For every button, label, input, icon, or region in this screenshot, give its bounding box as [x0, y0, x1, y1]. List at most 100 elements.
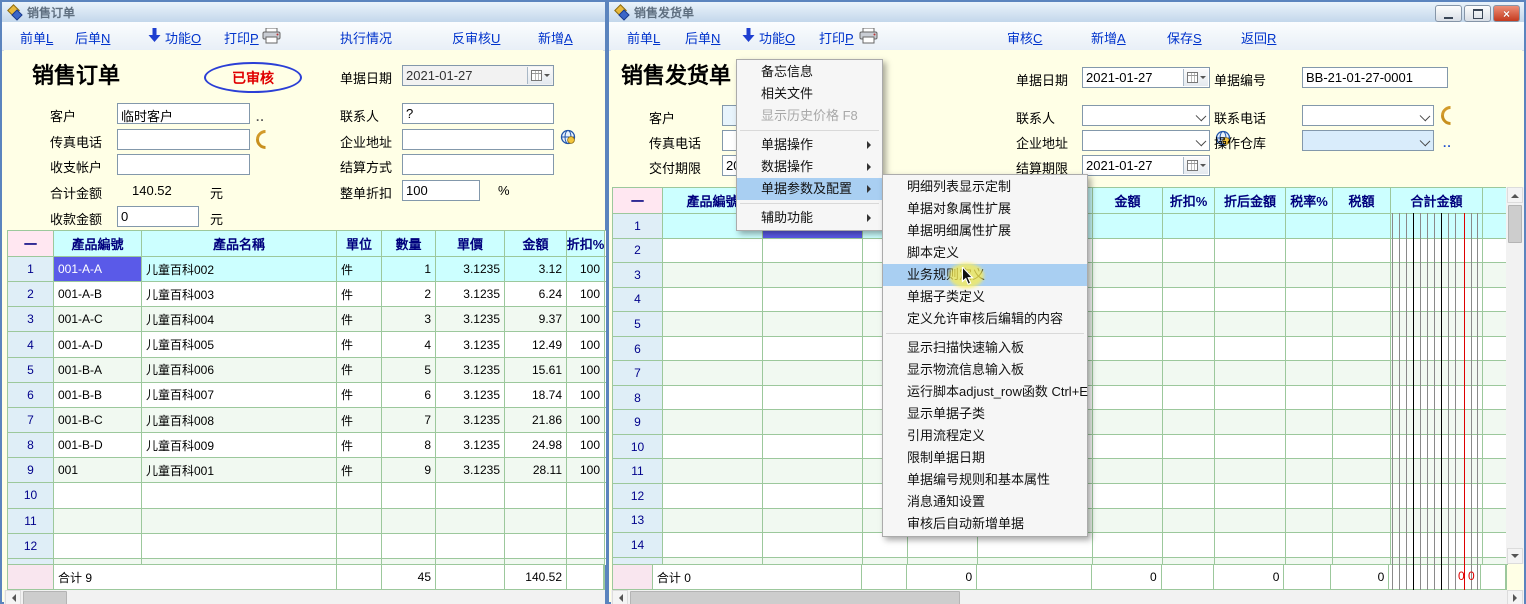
toolbar-button-打印[interactable]: 打印P	[224, 28, 259, 47]
table-cell[interactable]: 儿童百科002	[142, 257, 337, 281]
scroll-left-button[interactable]	[612, 590, 628, 604]
table-cell[interactable]: 8	[382, 433, 436, 457]
table-cell[interactable]	[1391, 509, 1483, 533]
customer-field[interactable]: 临时客户	[117, 103, 250, 124]
column-header[interactable]: 一	[613, 188, 663, 213]
table-cell[interactable]	[1286, 484, 1333, 508]
table-cell[interactable]	[1333, 459, 1391, 483]
contact-phone-combo[interactable]	[1302, 105, 1434, 126]
table-cell[interactable]	[1163, 288, 1215, 312]
toolbar-button-前单[interactable]: 前单L	[20, 28, 53, 47]
table-cell[interactable]	[1215, 410, 1286, 434]
table-cell[interactable]	[1286, 288, 1333, 312]
toolbar-button-新增[interactable]: 新增A	[538, 28, 573, 47]
table-cell[interactable]: 001-A-A	[54, 257, 142, 281]
sales-delivery-titlebar[interactable]: 销售发货单 ×	[609, 2, 1524, 23]
table-cell[interactable]: 001-B-C	[54, 408, 142, 432]
table-cell[interactable]	[337, 534, 382, 558]
table-cell[interactable]	[663, 533, 763, 557]
customer-browse-button[interactable]: ..	[256, 110, 265, 124]
menu-item[interactable]: 备忘信息	[737, 61, 882, 83]
table-cell[interactable]	[1163, 312, 1215, 336]
table-cell[interactable]	[1093, 337, 1163, 361]
menu-item[interactable]: 相关文件	[737, 83, 882, 105]
table-cell[interactable]	[1215, 239, 1286, 263]
table-cell[interactable]	[436, 483, 505, 507]
table-cell[interactable]	[1163, 386, 1215, 410]
table-cell[interactable]: 7	[382, 408, 436, 432]
down-arrow-icon[interactable]	[742, 28, 755, 48]
scroll-up-button[interactable]	[1507, 187, 1523, 203]
table-cell[interactable]: 2	[382, 282, 436, 306]
settle-deadline-field[interactable]: 2021-01-27	[1082, 155, 1210, 176]
table-cell[interactable]	[1483, 312, 1508, 336]
table-cell[interactable]	[1163, 239, 1215, 263]
table-cell[interactable]	[1093, 239, 1163, 263]
table-cell[interactable]	[54, 483, 142, 507]
table-cell[interactable]	[1215, 214, 1286, 238]
table-cell[interactable]	[567, 483, 605, 507]
table-cell[interactable]	[1215, 263, 1286, 287]
table-cell[interactable]: 3.1235	[436, 257, 505, 281]
column-header[interactable]: 税率%	[1286, 188, 1333, 213]
column-header[interactable]: 金額	[505, 231, 567, 256]
column-header[interactable]: 一	[8, 231, 54, 256]
phone-icon[interactable]	[252, 126, 279, 153]
table-cell[interactable]: 100	[567, 433, 605, 457]
table-cell[interactable]: 儿童百科001	[142, 458, 337, 482]
table-cell[interactable]: 件	[337, 307, 382, 331]
table-cell[interactable]	[1286, 239, 1333, 263]
table-cell[interactable]	[1286, 361, 1333, 385]
table-cell[interactable]	[763, 386, 863, 410]
table-cell[interactable]	[1333, 386, 1391, 410]
table-cell[interactable]	[663, 484, 763, 508]
column-header[interactable]: 折后金額	[1215, 188, 1286, 213]
table-cell[interactable]: 15.61	[505, 358, 567, 382]
table-cell[interactable]: 9.37	[505, 307, 567, 331]
table-cell[interactable]: 001-A-D	[54, 332, 142, 356]
restore-button[interactable]	[1464, 5, 1491, 22]
warehouse-combo[interactable]	[1302, 130, 1434, 151]
toolbar-button-后单[interactable]: 后单N	[75, 28, 110, 47]
table-cell[interactable]: 3.1235	[436, 383, 505, 407]
menu-item[interactable]: 单据操作	[737, 134, 882, 156]
toolbar-button-反审核[interactable]: 反审核U	[452, 28, 500, 47]
table-cell[interactable]	[1215, 484, 1286, 508]
table-cell[interactable]	[142, 483, 337, 507]
settle-method-field[interactable]	[402, 154, 554, 175]
menu-item[interactable]: 引用流程定义	[883, 425, 1087, 447]
table-cell[interactable]: 儿童百科004	[142, 307, 337, 331]
table-cell[interactable]	[1215, 386, 1286, 410]
table-cell[interactable]	[663, 263, 763, 287]
table-cell[interactable]	[1333, 263, 1391, 287]
scrollbar-thumb[interactable]	[630, 591, 960, 604]
table-cell[interactable]	[1333, 312, 1391, 336]
table-cell[interactable]: 儿童百科005	[142, 332, 337, 356]
table-cell[interactable]	[1483, 288, 1508, 312]
toolbar-button-功能[interactable]: 功能O	[759, 28, 795, 47]
toolbar-button-打印[interactable]: 打印P	[819, 28, 854, 47]
table-cell[interactable]	[1483, 239, 1508, 263]
toolbar-button-返回[interactable]: 返回R	[1241, 28, 1276, 47]
table-cell[interactable]	[763, 410, 863, 434]
table-cell[interactable]	[1093, 410, 1163, 434]
table-cell[interactable]	[1286, 312, 1333, 336]
table-cell[interactable]	[1391, 288, 1483, 312]
table-cell[interactable]	[1391, 263, 1483, 287]
table-cell[interactable]	[1483, 435, 1508, 459]
table-cell[interactable]: 3.1235	[436, 358, 505, 382]
table-cell[interactable]: 100	[567, 383, 605, 407]
table-cell[interactable]	[1333, 214, 1391, 238]
table-cell[interactable]	[1483, 533, 1508, 557]
table-cell[interactable]	[1163, 484, 1215, 508]
table-cell[interactable]: 100	[567, 332, 605, 356]
table-cell[interactable]: 件	[337, 383, 382, 407]
table-cell[interactable]: 001-A-B	[54, 282, 142, 306]
table-cell[interactable]	[1483, 337, 1508, 361]
table-cell[interactable]	[1333, 484, 1391, 508]
table-cell[interactable]: 001	[54, 458, 142, 482]
table-cell[interactable]: 6.24	[505, 282, 567, 306]
table-cell[interactable]	[1215, 337, 1286, 361]
table-cell[interactable]	[1333, 288, 1391, 312]
table-cell[interactable]	[1333, 435, 1391, 459]
